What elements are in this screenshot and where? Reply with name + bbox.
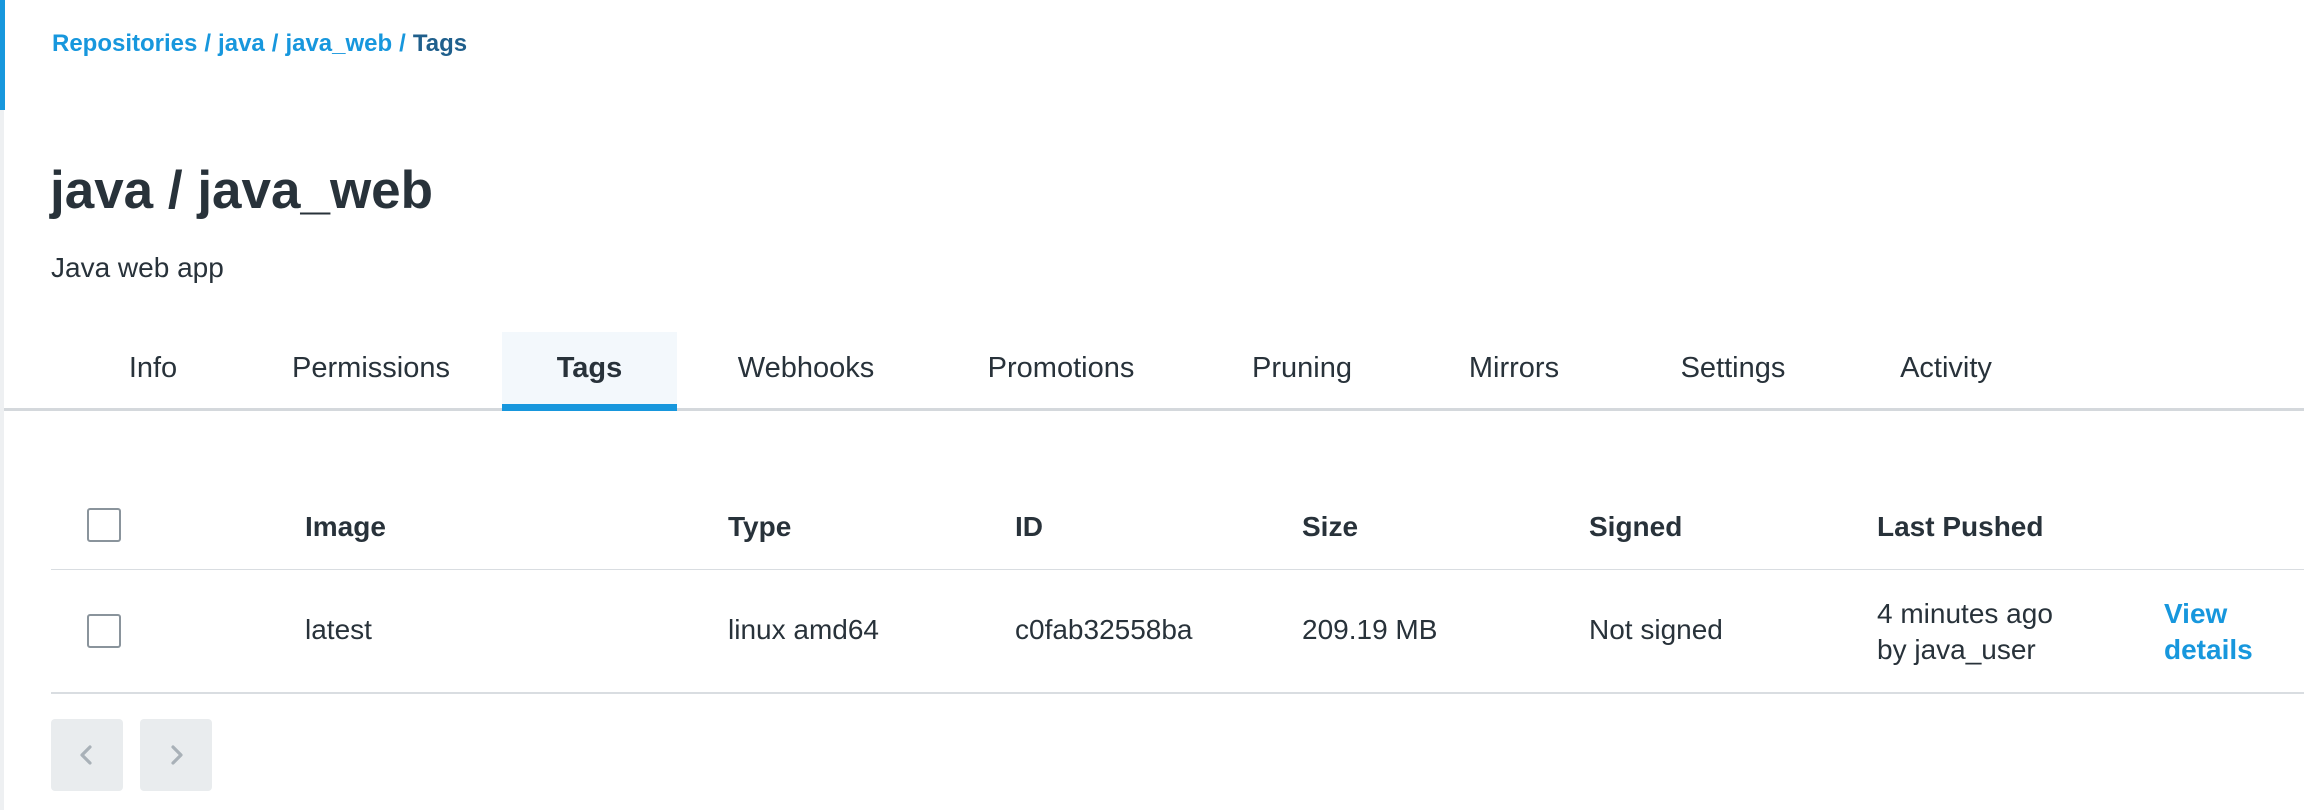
breadcrumb: Repositories / java / java_web / Tags	[52, 30, 467, 58]
column-header-type[interactable]: Type	[728, 511, 791, 543]
page-title: java / java_web	[50, 161, 434, 220]
next-page-button[interactable]	[140, 719, 212, 791]
chevron-left-icon	[80, 745, 92, 765]
last-pushed-time: 4 minutes ago	[1877, 598, 2053, 629]
tab-tags[interactable]: Tags	[502, 332, 677, 411]
breadcrumb-item-repositories[interactable]: Repositories	[52, 30, 197, 57]
cell-image: latest	[305, 614, 372, 645]
cell-last-pushed: 4 minutes ago by java_user	[1877, 596, 2053, 668]
cell-size: 209.19 MB	[1302, 614, 1438, 645]
view-details-label-line2: details	[2164, 634, 2253, 665]
left-divider	[0, 110, 4, 810]
tab-pruning[interactable]: Pruning	[1222, 332, 1382, 408]
cell-id: c0fab32558ba	[1015, 614, 1193, 645]
column-header-size[interactable]: Size	[1302, 511, 1358, 543]
nav-accent-bar	[0, 0, 5, 110]
last-pushed-user: by java_user	[1877, 634, 2036, 665]
breadcrumb-separator: /	[399, 30, 406, 57]
tab-mirrors[interactable]: Mirrors	[1434, 332, 1594, 408]
cell-type: linux amd64	[728, 614, 879, 645]
view-details-label-line1: View	[2164, 598, 2228, 629]
cell-signed: Not signed	[1589, 614, 1723, 645]
breadcrumb-item-java-web[interactable]: java_web	[285, 30, 392, 57]
view-details-link[interactable]: View details	[2164, 596, 2253, 668]
tab-webhooks[interactable]: Webhooks	[716, 332, 896, 408]
table-header-row: Image Type ID Size Signed Last Pushed	[51, 497, 2304, 570]
table-row: latest linux amd64 c0fab32558ba 209.19 M…	[51, 570, 2304, 694]
column-header-last-pushed[interactable]: Last Pushed	[1877, 511, 2043, 543]
row-select-checkbox[interactable]	[87, 614, 121, 648]
tab-activity[interactable]: Activity	[1866, 332, 2026, 408]
select-all-checkbox[interactable]	[87, 508, 121, 542]
breadcrumb-separator: /	[271, 30, 279, 57]
breadcrumb-separator: /	[204, 30, 212, 57]
column-header-id[interactable]: ID	[1015, 511, 1043, 543]
tab-promotions[interactable]: Promotions	[966, 332, 1156, 408]
column-header-image[interactable]: Image	[305, 511, 386, 543]
column-header-signed[interactable]: Signed	[1589, 511, 1682, 543]
previous-page-button[interactable]	[51, 719, 123, 791]
tab-bar: Info Permissions Tags Webhooks Promotion…	[4, 332, 2304, 411]
breadcrumb-item-java[interactable]: java	[218, 30, 265, 57]
tab-settings[interactable]: Settings	[1648, 332, 1818, 408]
tab-permissions[interactable]: Permissions	[266, 332, 476, 408]
breadcrumb-current: Tags	[412, 30, 468, 57]
page-description: Java web app	[51, 252, 224, 283]
tab-info[interactable]: Info	[78, 332, 228, 408]
chevron-right-icon	[171, 745, 183, 765]
